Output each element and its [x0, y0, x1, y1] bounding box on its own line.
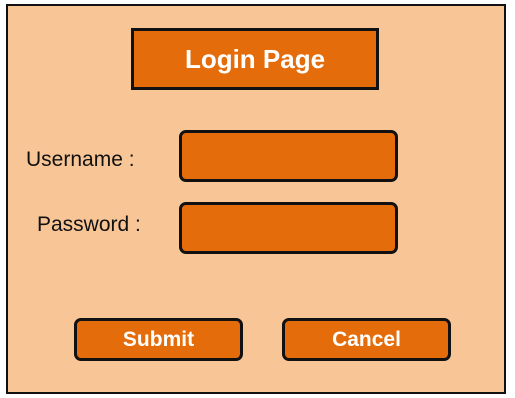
login-panel: Login Page Username : Password : Submit … [6, 4, 506, 394]
page-title: Login Page [184, 43, 326, 74]
submit-button[interactable]: Submit [74, 318, 243, 361]
cancel-button[interactable]: Cancel [282, 318, 451, 361]
username-label: Username : [26, 148, 135, 171]
page-title-box: Login Page [131, 28, 379, 90]
password-label: Password : [37, 213, 141, 236]
password-field[interactable] [179, 202, 398, 254]
username-field[interactable] [179, 130, 398, 182]
